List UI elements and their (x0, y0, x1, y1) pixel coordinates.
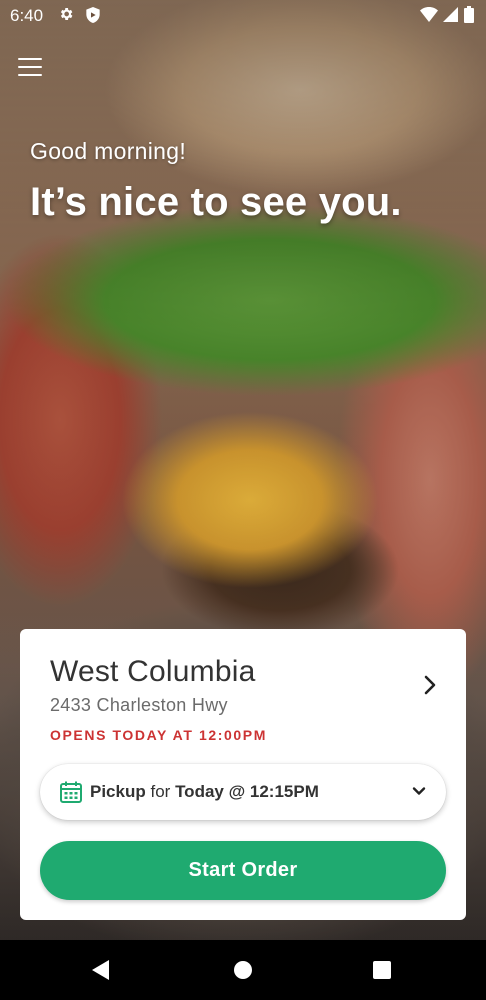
pickup-mode: Pickup (90, 782, 146, 801)
recents-icon[interactable] (373, 961, 391, 979)
store-address: 2433 Charleston Hwy (50, 695, 228, 715)
android-navigation-bar (0, 940, 486, 1000)
headline-text: It’s nice to see you. (30, 180, 402, 224)
back-icon[interactable] (92, 960, 110, 980)
location-card: West Columbia 2433 Charleston Hwy OPENS … (20, 629, 466, 920)
shield-icon (86, 7, 100, 23)
signal-icon (443, 7, 458, 22)
calendar-icon (60, 781, 82, 803)
start-order-button[interactable]: Start Order (40, 841, 446, 900)
status-bar: 6:40 (0, 0, 486, 32)
pickup-connector: for (150, 782, 171, 801)
gear-icon (60, 8, 73, 20)
hamburger-menu-icon[interactable] (18, 58, 42, 78)
battery-icon (464, 6, 474, 23)
chevron-down-icon (412, 787, 426, 795)
wifi-icon (420, 7, 438, 22)
home-icon[interactable] (233, 960, 253, 980)
pickup-time: Today @ 12:15PM (175, 782, 319, 801)
pickup-time-selector[interactable]: Pickup for Today @ 12:15PM (40, 764, 446, 820)
greeting-text: Good morning! (30, 138, 187, 164)
store-name[interactable]: West Columbia (50, 655, 255, 689)
chevron-right-icon[interactable] (420, 673, 440, 697)
pickup-summary: Pickup for Today @ 12:15PM (90, 782, 319, 802)
store-hours-status: OPENS TODAY AT 12:00PM (50, 727, 268, 743)
status-time: 6:40 (10, 6, 44, 25)
